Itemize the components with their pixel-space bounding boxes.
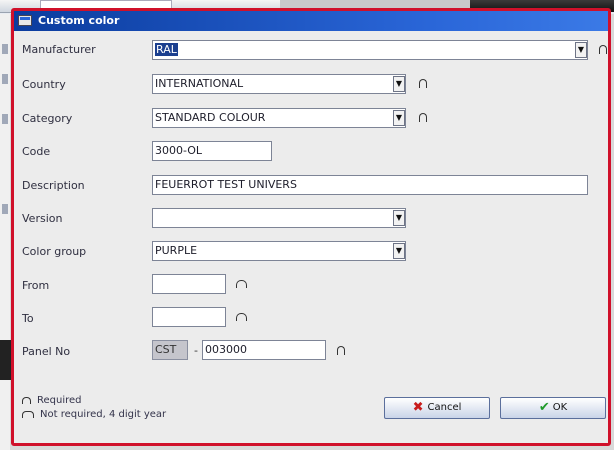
custom-color-dialog: Custom color Manufacturer RAL ▼ Country … bbox=[11, 8, 611, 446]
required-icon bbox=[419, 113, 427, 122]
background-marker bbox=[2, 114, 8, 124]
manufacturer-select[interactable]: RAL bbox=[152, 40, 588, 60]
manufacturer-dropdown-arrow[interactable]: ▼ bbox=[575, 42, 587, 58]
panel-no-label: Panel No bbox=[22, 345, 71, 358]
from-input[interactable] bbox=[152, 274, 226, 294]
country-select[interactable]: INTERNATIONAL bbox=[152, 74, 406, 94]
background-marker bbox=[2, 44, 8, 54]
required-icon bbox=[22, 396, 31, 404]
dialog-titlebar[interactable]: Custom color bbox=[14, 11, 608, 31]
panel-no-separator: - bbox=[194, 344, 198, 357]
color-group-value: PURPLE bbox=[155, 244, 198, 257]
description-input[interactable]: FEUERROT TEST UNIVERS bbox=[152, 175, 588, 195]
code-label: Code bbox=[22, 145, 51, 158]
window-icon bbox=[18, 15, 32, 26]
required-icon bbox=[419, 79, 427, 88]
version-label: Version bbox=[22, 212, 63, 225]
required-icon bbox=[599, 45, 607, 54]
panel-no-input[interactable]: 003000 bbox=[202, 340, 326, 360]
country-value: INTERNATIONAL bbox=[155, 77, 244, 90]
legend-not-required-text: Not required, 4 digit year bbox=[40, 409, 167, 420]
cancel-button[interactable]: ✖ Cancel bbox=[384, 397, 490, 419]
version-dropdown-arrow[interactable]: ▼ bbox=[393, 210, 405, 226]
version-select[interactable] bbox=[152, 208, 406, 228]
from-label: From bbox=[22, 279, 50, 292]
cancel-button-label: Cancel bbox=[427, 402, 462, 413]
check-icon: ✔ bbox=[538, 400, 550, 415]
category-value: STANDARD COLOUR bbox=[155, 111, 266, 124]
dialog-title: Custom color bbox=[38, 14, 120, 27]
code-input[interactable]: 3000-OL bbox=[152, 141, 272, 161]
year-format-icon bbox=[236, 313, 247, 321]
background-marker bbox=[2, 204, 8, 214]
background-marker bbox=[2, 74, 8, 84]
legend-required-text: Required bbox=[37, 395, 82, 406]
color-group-select[interactable]: PURPLE bbox=[152, 241, 406, 261]
to-label: To bbox=[22, 312, 34, 325]
manufacturer-value: RAL bbox=[155, 43, 178, 56]
country-label: Country bbox=[22, 78, 66, 91]
cancel-icon: ✖ bbox=[412, 400, 424, 415]
year-format-icon bbox=[236, 280, 247, 288]
background-sidebar bbox=[0, 14, 10, 450]
legend-not-required: Not required, 4 digit year bbox=[22, 409, 166, 420]
panel-no-prefix: CST bbox=[152, 340, 188, 360]
manufacturer-label: Manufacturer bbox=[22, 43, 96, 56]
category-label: Category bbox=[22, 112, 73, 125]
color-group-dropdown-arrow[interactable]: ▼ bbox=[393, 243, 405, 259]
required-icon bbox=[337, 346, 345, 355]
color-group-label: Color group bbox=[22, 245, 87, 258]
year-format-icon bbox=[22, 410, 34, 418]
category-select[interactable]: STANDARD COLOUR bbox=[152, 108, 406, 128]
description-label: Description bbox=[22, 179, 85, 192]
country-dropdown-arrow[interactable]: ▼ bbox=[393, 76, 405, 92]
legend-required: Required bbox=[22, 395, 82, 406]
ok-button[interactable]: ✔ OK bbox=[500, 397, 606, 419]
to-input[interactable] bbox=[152, 307, 226, 327]
category-dropdown-arrow[interactable]: ▼ bbox=[393, 110, 405, 126]
ok-button-label: OK bbox=[552, 402, 568, 413]
